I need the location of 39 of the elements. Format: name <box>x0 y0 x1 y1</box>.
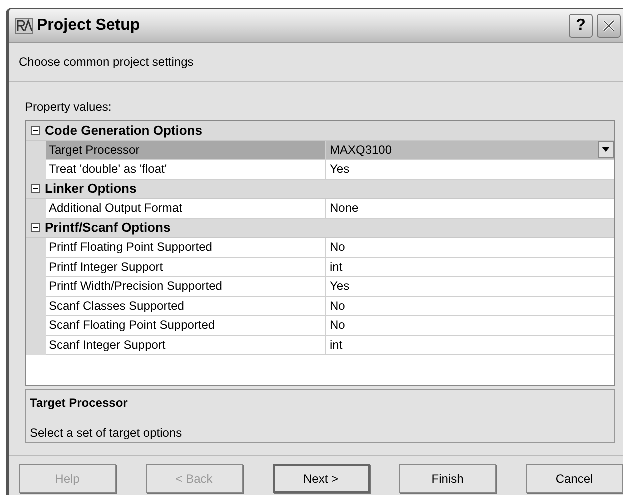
property-value: int <box>330 336 344 354</box>
group-header: Code Generation Options <box>45 122 202 140</box>
property-value: Yes <box>330 161 351 178</box>
group-header: Printf/Scanf Options <box>45 219 171 237</box>
collapse-icon[interactable] <box>31 184 40 194</box>
subtitle-text: Choose common project settings <box>19 55 194 69</box>
property-name[interactable]: Scanf Floating Point Supported <box>46 316 326 336</box>
group-header: Linker Options <box>45 180 137 198</box>
row-margin <box>26 336 46 355</box>
caret-icon <box>602 147 610 152</box>
description-text: Select a set of target options <box>30 425 184 442</box>
property-value: None <box>330 200 360 218</box>
property-name[interactable]: Target Processor <box>46 140 326 160</box>
close-button[interactable] <box>597 14 621 38</box>
property-name[interactable]: Printf Integer Support <box>46 258 326 277</box>
property-value: MAXQ3100 <box>330 142 394 159</box>
property-name[interactable]: Treat 'double' as 'float' <box>46 160 326 180</box>
property-name[interactable]: Scanf Classes Supported <box>46 296 326 316</box>
property-value: No <box>330 317 346 334</box>
collapse-icon[interactable] <box>31 223 40 232</box>
property-value: int <box>330 258 344 276</box>
window-title: Project Setup <box>37 16 142 36</box>
dialog-button[interactable]: Cancel <box>526 464 623 493</box>
property-value: Yes <box>330 278 351 296</box>
property-value: No <box>330 298 346 315</box>
property-name[interactable]: Additional Output Format <box>46 199 326 218</box>
property-value: No <box>330 239 346 256</box>
grid-label: Property values: <box>25 100 112 114</box>
dropdown-button[interactable] <box>598 141 614 158</box>
collapse-icon[interactable] <box>31 126 40 135</box>
property-name[interactable]: Printf Width/Precision Supported <box>46 277 326 296</box>
help-button[interactable]: ? <box>569 14 593 38</box>
app-icon <box>15 18 33 34</box>
description-title: Target Processor <box>30 395 129 412</box>
close-icon <box>602 18 616 32</box>
property-name[interactable]: Scanf Integer Support <box>46 336 326 355</box>
property-name[interactable]: Printf Floating Point Supported <box>46 238 326 258</box>
dialog-button[interactable]: Next > <box>272 464 370 493</box>
dialog-button[interactable]: Finish <box>399 464 496 493</box>
